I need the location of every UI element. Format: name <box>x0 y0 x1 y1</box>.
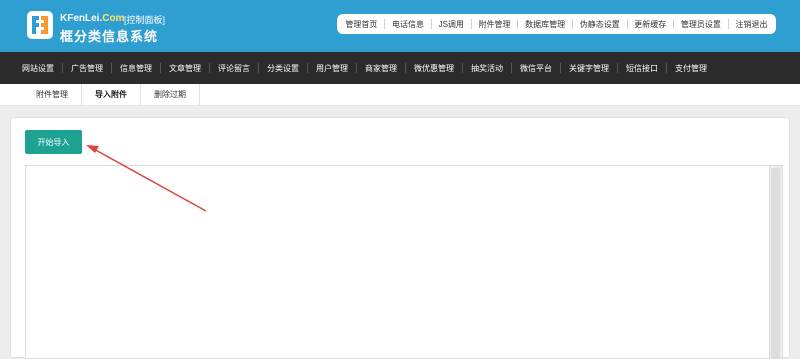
start-import-button[interactable]: 开始导入 <box>25 130 82 154</box>
header: KFenLei.Com [控制面板] 框分类信息系统 管理首页 电话信息 JS调… <box>0 0 800 52</box>
nav-comments[interactable]: 评论留言 <box>218 63 250 74</box>
brand-title: 框分类信息系统 <box>60 29 159 44</box>
divider <box>560 63 561 73</box>
topnav-pseudo-static[interactable]: 伪静态设置 <box>578 19 622 30</box>
topnav-admin-settings[interactable]: 管理员设置 <box>679 19 723 30</box>
nav-wechat-platform[interactable]: 微信平台 <box>520 63 552 74</box>
divider <box>673 19 675 29</box>
main-nav: 网站设置 广告管理 信息管理 文章管理 评论留言 分类设置 用户管理 商家管理 … <box>0 52 800 84</box>
divider <box>356 63 357 73</box>
topnav-js-call[interactable]: JS调用 <box>437 19 466 30</box>
topnav-admin-home[interactable]: 管理首页 <box>343 19 379 30</box>
divider <box>160 63 161 73</box>
nav-info-manage[interactable]: 信息管理 <box>120 63 152 74</box>
divider <box>405 63 406 73</box>
nav-merchant-manage[interactable]: 商家管理 <box>365 63 397 74</box>
divider <box>470 19 472 29</box>
divider <box>517 19 519 29</box>
topnav-phone-info[interactable]: 电话信息 <box>390 19 426 30</box>
divider <box>111 63 112 73</box>
nav-ad-manage[interactable]: 广告管理 <box>71 63 103 74</box>
scrollbar-thumb[interactable] <box>771 168 780 358</box>
logo-icon <box>27 11 53 39</box>
tab-import-attachment[interactable]: 导入附件 <box>82 83 141 106</box>
divider <box>430 19 432 29</box>
divider <box>258 63 259 73</box>
divider <box>462 63 463 73</box>
topnav-attachment-manage[interactable]: 附件管理 <box>477 19 513 30</box>
tab-attachment-manage[interactable]: 附件管理 <box>22 83 82 106</box>
nav-keyword-manage[interactable]: 关键字管理 <box>569 63 609 74</box>
divider <box>384 19 386 29</box>
nav-micro-discount[interactable]: 微优惠管理 <box>414 63 454 74</box>
sub-nav: 附件管理 导入附件 删除过期 <box>0 83 800 106</box>
nav-user-manage[interactable]: 用户管理 <box>316 63 348 74</box>
divider <box>727 19 729 29</box>
nav-site-settings[interactable]: 网站设置 <box>22 63 54 74</box>
nav-article-manage[interactable]: 文章管理 <box>169 63 201 74</box>
divider <box>307 63 308 73</box>
vertical-scrollbar[interactable] <box>769 166 782 358</box>
divider <box>617 63 618 73</box>
import-output-frame <box>25 165 783 359</box>
nav-sms-interface[interactable]: 短信接口 <box>626 63 658 74</box>
nav-category-settings[interactable]: 分类设置 <box>267 63 299 74</box>
control-panel-badge: [控制面板] <box>124 15 166 25</box>
topnav-database-manage[interactable]: 数据库管理 <box>523 19 567 30</box>
tab-delete-expired[interactable]: 删除过期 <box>141 83 200 106</box>
divider <box>209 63 210 73</box>
topnav-update-cache[interactable]: 更新缓存 <box>632 19 668 30</box>
divider <box>62 63 63 73</box>
divider <box>626 19 628 29</box>
divider <box>571 19 573 29</box>
topnav-logout[interactable]: 注销退出 <box>733 19 769 30</box>
content-panel: 开始导入 <box>10 117 790 359</box>
top-nav: 管理首页 电话信息 JS调用 附件管理 数据库管理 伪静态设置 更新缓存 管理员… <box>337 14 776 34</box>
divider <box>511 63 512 73</box>
brand-domain: KFenLei.Com <box>60 13 125 24</box>
divider <box>666 63 667 73</box>
nav-lottery[interactable]: 抽奖活动 <box>471 63 503 74</box>
nav-payment-manage[interactable]: 支付管理 <box>675 63 707 74</box>
